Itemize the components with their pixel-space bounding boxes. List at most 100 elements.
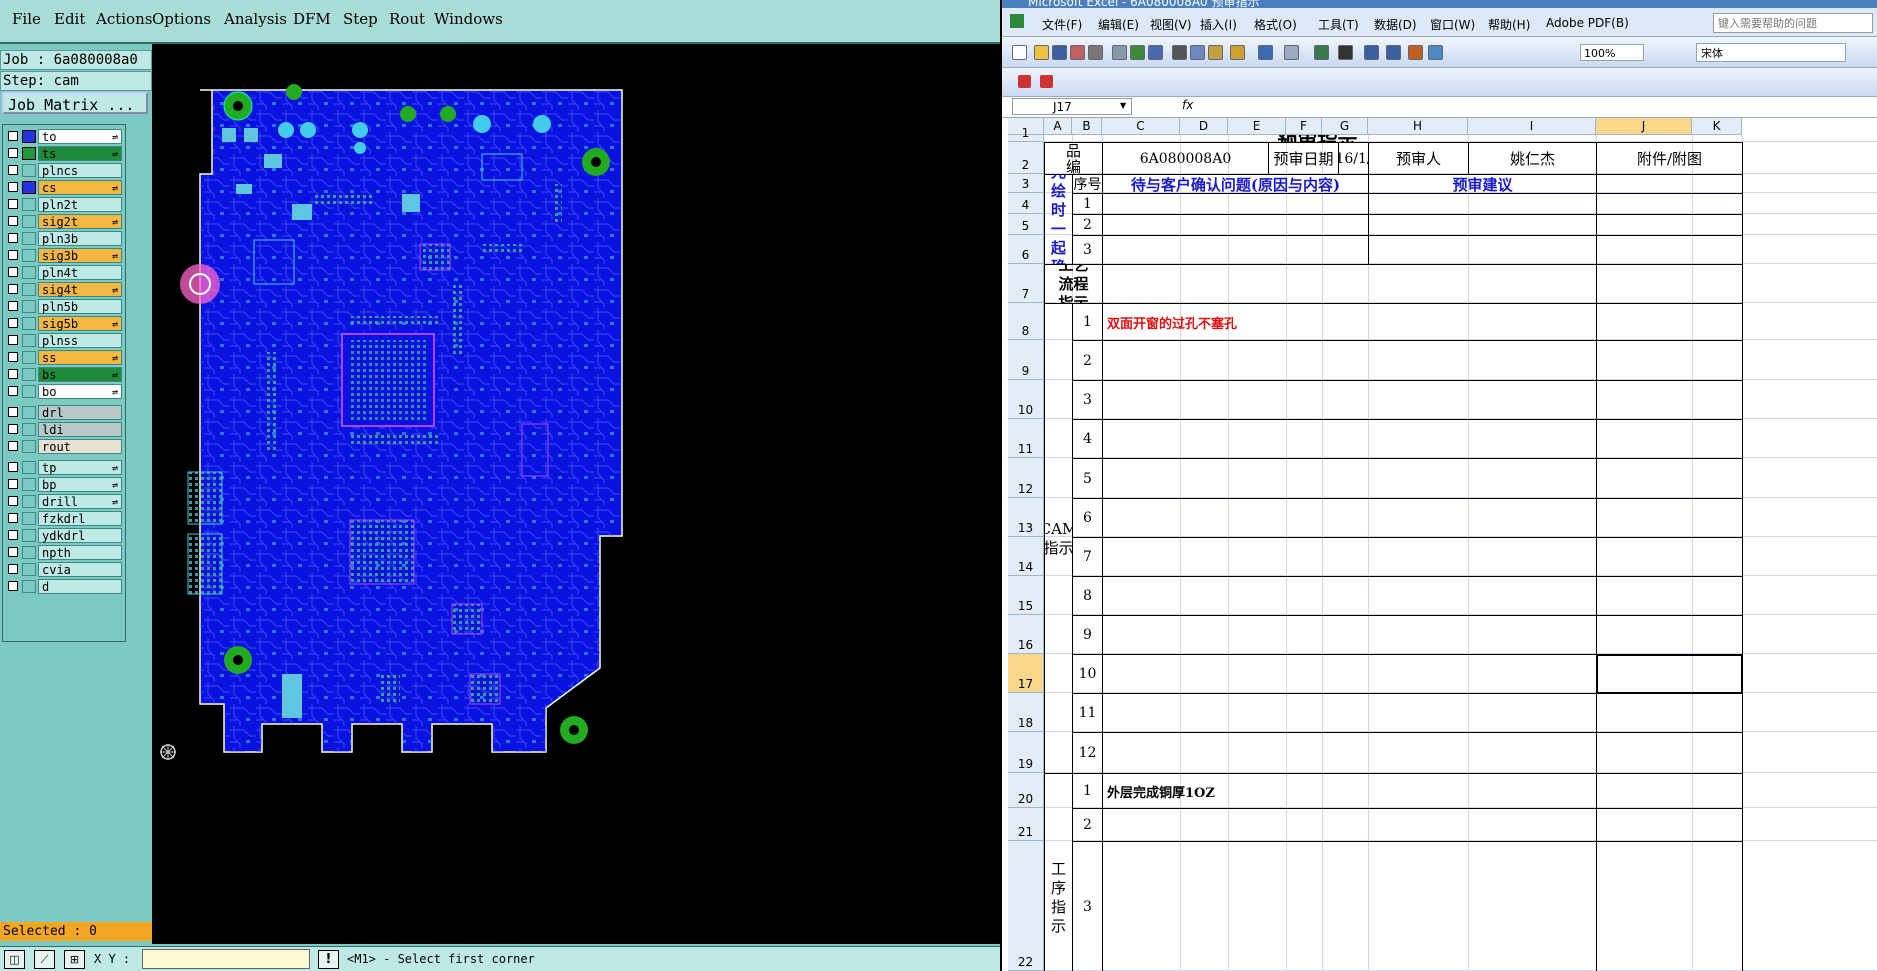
layer-color-chip[interactable] xyxy=(22,283,36,296)
layer-name[interactable]: pln2t xyxy=(38,197,122,212)
column-header[interactable]: K xyxy=(1692,118,1742,135)
attachment-cell[interactable] xyxy=(1596,264,1743,304)
suggestion-cell[interactable] xyxy=(1368,193,1597,215)
layer-name[interactable]: ss ⇌ xyxy=(38,350,122,365)
research-icon[interactable] xyxy=(1148,45,1163,60)
layer-row-bs[interactable]: bs ⇌ xyxy=(5,367,123,382)
layer-checkbox[interactable] xyxy=(8,267,18,277)
confirm-seq[interactable]: 2 xyxy=(1072,214,1103,236)
layer-name[interactable]: sig5b ⇌ xyxy=(38,316,122,331)
row-header[interactable]: 20 xyxy=(1008,773,1044,808)
confirm-seq[interactable]: 3 xyxy=(1072,235,1103,265)
layer-color-chip[interactable] xyxy=(22,232,36,245)
layer-color-chip[interactable] xyxy=(22,580,36,593)
layer-name[interactable]: pln4t xyxy=(38,265,122,280)
layer-name[interactable]: pln3b xyxy=(38,231,122,246)
product-no-label[interactable]: 产品编号 xyxy=(1044,142,1103,175)
layer-row-plncs[interactable]: plncs xyxy=(5,163,123,178)
excel-menu-2[interactable]: 视图(V) xyxy=(1150,16,1192,33)
active-cell-j17[interactable] xyxy=(1596,654,1743,694)
cam-instruction-cell[interactable] xyxy=(1102,537,1597,577)
excel-menu-5[interactable]: 工具(T) xyxy=(1318,16,1359,33)
layer-row-rout[interactable]: rout xyxy=(5,439,123,454)
row-header[interactable]: 18 xyxy=(1008,693,1044,732)
process-flow-label[interactable]: 工艺流程指示 xyxy=(1044,264,1103,304)
layer-color-chip[interactable] xyxy=(22,164,36,177)
row-header[interactable]: 8 xyxy=(1008,303,1044,340)
open-icon[interactable] xyxy=(1034,45,1049,60)
layer-checkbox[interactable] xyxy=(8,581,18,591)
layer-checkbox[interactable] xyxy=(8,530,18,540)
layer-name[interactable]: tp ⇌ xyxy=(38,460,122,475)
layer-row-ts[interactable]: ts ⇌ xyxy=(5,146,123,161)
cam-seq[interactable]: 10 xyxy=(1072,654,1103,694)
column-header[interactable]: C xyxy=(1102,118,1180,135)
print-icon[interactable] xyxy=(1088,45,1103,60)
name-box-dropdown-icon[interactable]: ▼ xyxy=(1120,101,1126,110)
cam-instruction-cell[interactable] xyxy=(1102,458,1597,499)
step-seq[interactable]: 2 xyxy=(1072,808,1103,842)
attachment-cell[interactable] xyxy=(1596,193,1743,215)
paste-icon[interactable] xyxy=(1208,45,1223,60)
attachment-cell[interactable] xyxy=(1596,340,1743,381)
layer-row-npth[interactable]: npth xyxy=(5,545,123,560)
review-date-label[interactable]: 预审日期 xyxy=(1268,142,1339,175)
layer-checkbox[interactable] xyxy=(8,564,18,574)
layer-checkbox[interactable] xyxy=(8,233,18,243)
process-step-label[interactable]: 工序指示 xyxy=(1044,773,1073,971)
worksheet-grid[interactable]: A B C D E F G H I J K 1 2 3 4 5 6 7 8 9 10 11 12 13 14 15 16 17 18 19… xyxy=(1002,118,1877,971)
layer-checkbox[interactable] xyxy=(8,352,18,362)
layer-name[interactable]: ydkdrl xyxy=(38,528,122,543)
layer-checkbox[interactable] xyxy=(8,131,18,141)
attachment-cell[interactable] xyxy=(1596,576,1743,616)
cam-seq[interactable]: 3 xyxy=(1072,380,1103,420)
attachment-cell[interactable] xyxy=(1596,458,1743,499)
cam-instruction-cell[interactable] xyxy=(1102,615,1597,655)
layer-row-ss[interactable]: ss ⇌ xyxy=(5,350,123,365)
row-header[interactable]: 5 xyxy=(1008,214,1044,235)
format-painter-icon[interactable] xyxy=(1230,45,1245,60)
job-matrix-button[interactable]: Job Matrix ... xyxy=(2,92,148,114)
cam-menu-options[interactable]: Options xyxy=(152,10,211,28)
column-header[interactable]: B xyxy=(1072,118,1102,135)
cut-icon[interactable] xyxy=(1172,45,1187,60)
step-instruction-cell[interactable] xyxy=(1102,808,1597,842)
cam-seq[interactable]: 12 xyxy=(1072,732,1103,774)
zoom-select[interactable]: 100% xyxy=(1580,44,1644,61)
cam-seq[interactable]: 6 xyxy=(1072,498,1103,538)
attachment-cell[interactable] xyxy=(1596,419,1743,459)
attachment-cell[interactable] xyxy=(1596,841,1743,971)
row-header[interactable]: 16 xyxy=(1008,615,1044,654)
layer-row-drill[interactable]: drill ⇌ xyxy=(5,494,123,509)
layer-color-chip[interactable] xyxy=(22,461,36,474)
row-header[interactable]: 10 xyxy=(1008,380,1044,419)
row-header[interactable]: 19 xyxy=(1008,732,1044,773)
layer-name[interactable]: sig4t ⇌ xyxy=(38,282,122,297)
layer-color-chip[interactable] xyxy=(22,546,36,559)
layer-row-sig2t[interactable]: sig2t ⇌ xyxy=(5,214,123,229)
reviewer-value[interactable]: 姚仁杰 xyxy=(1468,142,1597,175)
sort-asc-icon[interactable] xyxy=(1364,45,1379,60)
layer-checkbox[interactable] xyxy=(8,424,18,434)
customer-issue-cell[interactable] xyxy=(1102,235,1369,265)
cam-seq[interactable]: 11 xyxy=(1072,693,1103,733)
row-header[interactable]: 13 xyxy=(1008,498,1044,537)
layer-color-chip[interactable] xyxy=(22,130,36,143)
column-header[interactable]: E xyxy=(1228,118,1286,135)
layer-name[interactable]: sig2t ⇌ xyxy=(38,214,122,229)
layer-row-cvia[interactable]: cvia xyxy=(5,562,123,577)
layer-name[interactable]: cs ⇌ xyxy=(38,180,122,195)
cam-instruction-cell[interactable] xyxy=(1102,732,1597,774)
cam-menu-edit[interactable]: Edit xyxy=(54,10,85,28)
autosum-icon[interactable] xyxy=(1338,45,1353,60)
layer-color-chip[interactable] xyxy=(22,495,36,508)
layer-color-chip[interactable] xyxy=(22,385,36,398)
pcb-graphics-canvas[interactable] xyxy=(152,44,1000,944)
cam-instruction-cell[interactable] xyxy=(1102,654,1597,694)
cam-menu-file[interactable]: File xyxy=(12,10,41,28)
layer-checkbox[interactable] xyxy=(8,216,18,226)
help-search-input[interactable]: 键入需要帮助的问题 xyxy=(1713,13,1873,33)
layer-row-d[interactable]: d xyxy=(5,579,123,594)
layer-color-chip[interactable] xyxy=(22,215,36,228)
layer-row-bp[interactable]: bp ⇌ xyxy=(5,477,123,492)
